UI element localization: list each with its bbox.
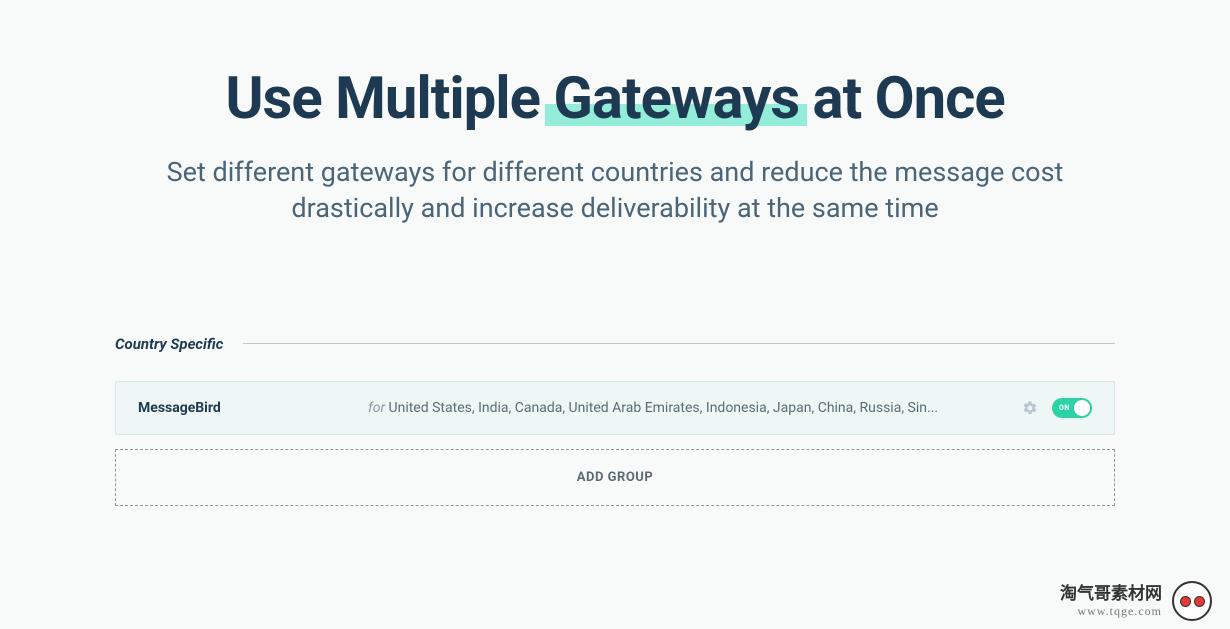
add-group-button[interactable]: ADD GROUP [115, 449, 1115, 506]
toggle-knob [1074, 400, 1090, 416]
page-subtitle: Set different gateways for different cou… [115, 154, 1115, 227]
gateway-for-label: for [368, 400, 389, 416]
gateway-toggle[interactable]: ON [1052, 398, 1092, 418]
section-header: Country Specific [115, 335, 1115, 353]
page-title: Use Multiple Gateways at Once [115, 68, 1115, 132]
title-part2: at Once [799, 65, 1005, 133]
toggle-label: ON [1059, 404, 1070, 412]
watermark-url: www.tqge.com [1060, 604, 1162, 618]
gateway-countries: for United States, India, Canada, United… [368, 400, 1002, 416]
gateway-name: MessageBird [138, 400, 368, 416]
section-divider [243, 343, 1115, 344]
gateway-country-list: United States, India, Canada, United Ara… [389, 400, 939, 416]
watermark: 淘气哥素材网 www.tqge.com [1060, 581, 1212, 621]
section-title: Country Specific [115, 335, 223, 353]
title-highlight: Gateways [553, 68, 799, 132]
gear-icon[interactable] [1022, 400, 1038, 416]
title-part1: Use Multiple [225, 65, 553, 133]
watermark-cn: 淘气哥素材网 [1060, 584, 1162, 604]
watermark-logo-icon [1172, 581, 1212, 621]
gateway-row[interactable]: MessageBird for United States, India, Ca… [115, 381, 1115, 435]
